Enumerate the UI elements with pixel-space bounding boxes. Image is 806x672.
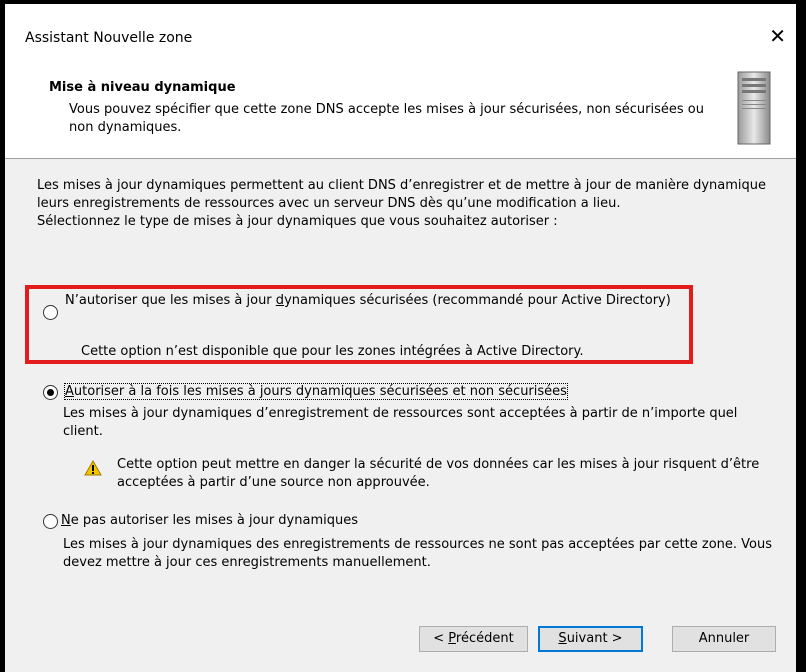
intro-text: Les mises à jour dynamiques permettent a… bbox=[37, 177, 767, 231]
option-no-dynamic-updates-label[interactable]: Ne pas autoriser les mises à jour dynami… bbox=[61, 512, 358, 530]
option-secure-only-label[interactable]: N’autoriser que les mises à jour dynamiq… bbox=[65, 292, 675, 310]
wizard-header: Mise à niveau dynamique Vous pouvez spéc… bbox=[5, 70, 796, 159]
option-no-dynamic-updates-description: Les mises à jour dynamiques des enregist… bbox=[63, 537, 772, 570]
close-icon[interactable]: ✕ bbox=[769, 24, 786, 48]
new-zone-wizard-dialog: Assistant Nouvelle zone ✕ Mise à niveau … bbox=[5, 4, 796, 672]
intro-prompt: Sélectionnez le type de mises à jour dyn… bbox=[37, 214, 558, 229]
option-secure-only-description: Cette option n’est disponible que pour l… bbox=[81, 344, 584, 359]
server-icon bbox=[737, 71, 771, 145]
page-description: Vous pouvez spécifier que cette zone DNS… bbox=[69, 102, 704, 135]
intro-paragraph: Les mises à jour dynamiques permettent a… bbox=[37, 178, 767, 211]
back-button[interactable]: < Précédent bbox=[419, 626, 528, 652]
page-title: Mise à niveau dynamique bbox=[49, 80, 236, 95]
option-secure-and-nonsecure-description: Les mises à jour dynamiques d’enregistre… bbox=[63, 406, 738, 439]
radio-secure-only[interactable] bbox=[43, 305, 58, 320]
warning-text: Cette option peut mettre en danger la sé… bbox=[117, 457, 760, 490]
radio-secure-and-nonsecure[interactable] bbox=[43, 385, 58, 400]
option-secure-and-nonsecure-label[interactable]: Autoriser à la fois les mises à jours dy… bbox=[64, 383, 568, 401]
radio-no-dynamic-updates[interactable] bbox=[43, 514, 58, 529]
next-button[interactable]: Suivant > bbox=[538, 626, 643, 652]
warning-icon bbox=[84, 460, 102, 476]
window-title: Assistant Nouvelle zone bbox=[25, 30, 193, 46]
title-bar: Assistant Nouvelle zone ✕ bbox=[5, 4, 796, 70]
cancel-button[interactable]: Annuler bbox=[672, 626, 776, 652]
